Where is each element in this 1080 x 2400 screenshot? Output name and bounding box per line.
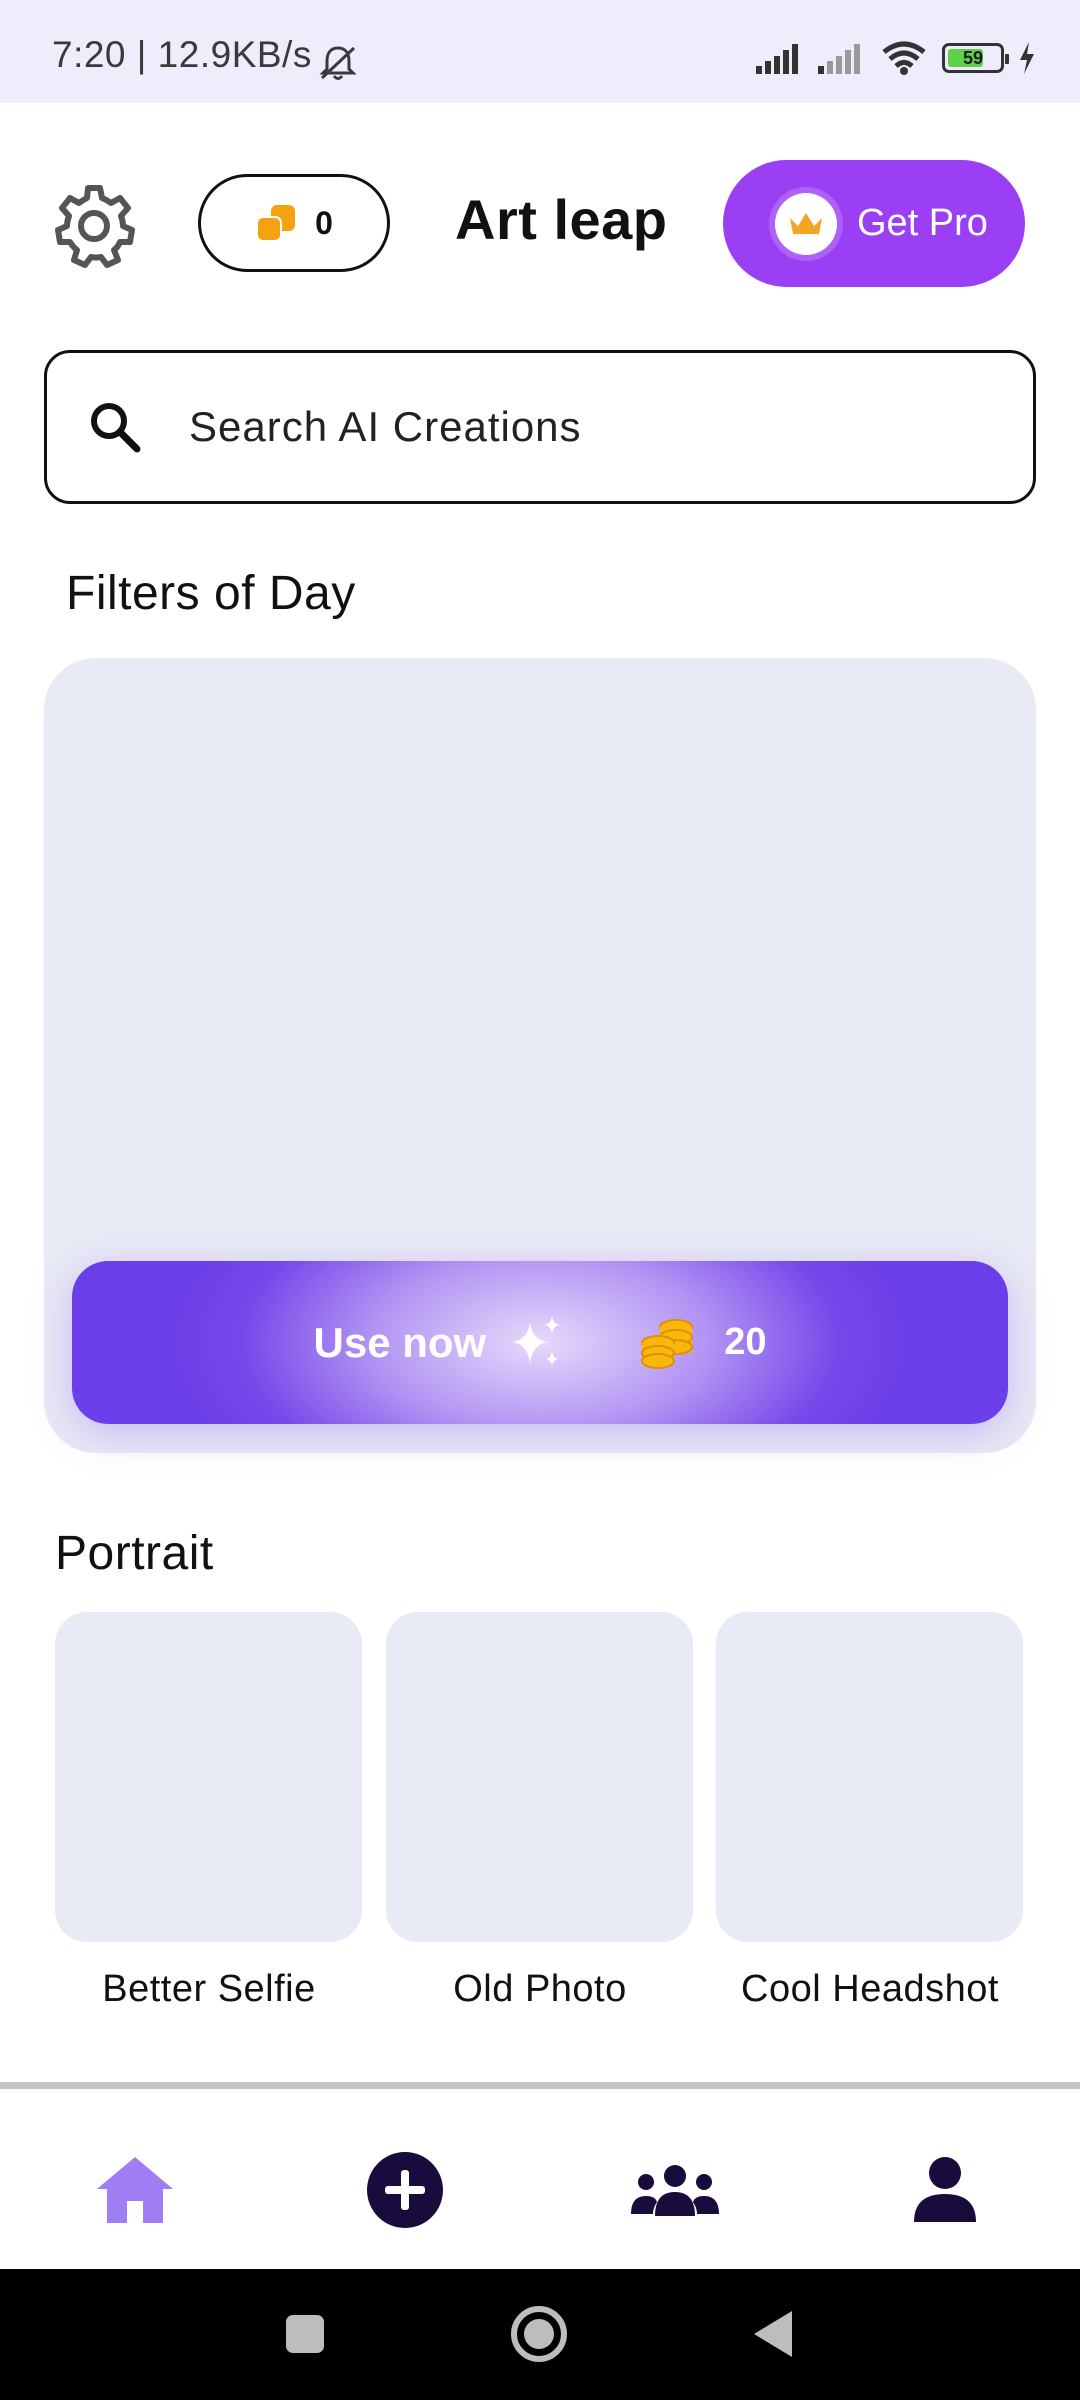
back-icon[interactable] bbox=[752, 2309, 794, 2359]
status-time: 7:20 | 12.9KB/s bbox=[52, 34, 312, 75]
status-bar: 7:20 | 12.9KB/s 59 bbox=[0, 0, 1080, 103]
search-bar[interactable]: Search AI Creations bbox=[44, 350, 1036, 504]
nav-create[interactable] bbox=[355, 2140, 455, 2240]
add-circle-icon bbox=[367, 2152, 443, 2228]
portrait-label-cool-headshot[interactable]: Cool Headshot bbox=[705, 1968, 1035, 2011]
portrait-title: Portrait bbox=[55, 1527, 214, 1580]
portrait-label-better-selfie[interactable]: Better Selfie bbox=[44, 1968, 374, 2011]
crown-icon bbox=[790, 212, 822, 234]
signal-icon bbox=[756, 44, 798, 74]
system-nav-bar bbox=[0, 2269, 1080, 2400]
search-placeholder: Search AI Creations bbox=[189, 403, 582, 450]
wifi-icon bbox=[882, 41, 926, 75]
app-title: Art leap bbox=[455, 188, 668, 251]
coins-icon bbox=[641, 1318, 694, 1369]
battery-level: 59 bbox=[962, 47, 984, 68]
portrait-thumb-old-photo[interactable] bbox=[386, 1612, 693, 1942]
profile-icon bbox=[914, 2157, 976, 2222]
portrait-thumb-better-selfie[interactable] bbox=[55, 1612, 362, 1942]
nav-home[interactable] bbox=[85, 2140, 185, 2240]
search-icon bbox=[91, 403, 141, 453]
home-circle-icon[interactable] bbox=[509, 2304, 569, 2364]
nav-community[interactable] bbox=[625, 2140, 725, 2240]
status-icons: 59 bbox=[756, 40, 1036, 76]
recents-icon[interactable] bbox=[284, 2313, 326, 2355]
sparkle-icon bbox=[512, 1315, 561, 1366]
bottom-nav-divider bbox=[0, 2082, 1080, 2089]
charging-icon bbox=[1020, 42, 1034, 74]
signal-weak-icon bbox=[818, 44, 860, 74]
use-now-button[interactable]: Use now 20 bbox=[72, 1261, 1008, 1424]
battery-icon: 59 bbox=[942, 43, 1009, 73]
coin-balance[interactable]: 0 bbox=[198, 174, 390, 272]
get-pro-label: Get Pro bbox=[857, 202, 988, 244]
coin-count: 0 bbox=[315, 204, 333, 241]
coin-stack-icon bbox=[256, 205, 296, 242]
portrait-label-old-photo[interactable]: Old Photo bbox=[375, 1968, 705, 2011]
nav-profile[interactable] bbox=[895, 2140, 995, 2240]
community-icon bbox=[631, 2165, 719, 2216]
portrait-thumb-cool-headshot[interactable] bbox=[716, 1612, 1023, 1942]
silent-bell-icon bbox=[319, 46, 357, 80]
settings-gear-icon[interactable] bbox=[50, 182, 138, 270]
use-now-label: Use now bbox=[313, 1318, 487, 1366]
get-pro-button[interactable]: Get Pro bbox=[723, 160, 1025, 287]
crown-badge bbox=[775, 192, 837, 255]
filters-of-day-title: Filters of Day bbox=[66, 567, 356, 620]
use-now-cost: 20 bbox=[724, 1321, 767, 1363]
home-icon bbox=[97, 2157, 173, 2223]
